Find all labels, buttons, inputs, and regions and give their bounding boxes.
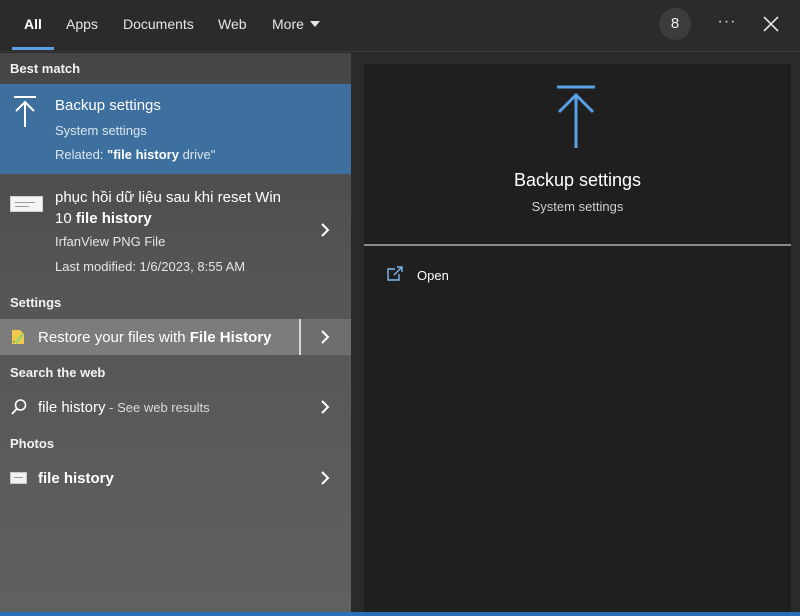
file-result-item[interactable]: phục hồi dữ liệu sau khi reset Win 10 fi…: [0, 175, 351, 283]
more-options-icon[interactable]: ···: [712, 10, 742, 38]
chevron-right-icon: [319, 328, 331, 346]
tab-web[interactable]: Web: [218, 0, 247, 50]
settings-result-item[interactable]: Restore your files with File History: [0, 319, 351, 355]
related-prefix: Related:: [55, 147, 108, 162]
close-icon[interactable]: [758, 10, 784, 38]
settings-result-label: Restore your files with File History: [38, 329, 271, 346]
file-name-line1: phục hồi dữ liệu sau khi reset Win: [55, 189, 281, 206]
tab-more[interactable]: More: [272, 0, 320, 50]
search-window: All Apps Documents Web More 8 ··· Best m…: [0, 0, 800, 616]
section-settings: Settings: [10, 295, 62, 310]
section-best-match: Best match: [10, 61, 81, 76]
file-name-line2-prefix: 10: [55, 210, 76, 227]
settings-expand-button[interactable]: [301, 319, 351, 355]
best-match-title: Backup settings: [55, 97, 161, 114]
photo-thumbnail: [10, 472, 27, 484]
file-result-name: phục hồi dữ liệu sau khi reset Win 10 fi…: [55, 187, 305, 229]
tab-all[interactable]: All: [12, 0, 54, 50]
tab-more-label: More: [272, 16, 304, 32]
open-label: Open: [417, 268, 449, 283]
web-suffix: - See web results: [105, 400, 210, 415]
preview-subtitle: System settings: [531, 199, 624, 214]
file-thumbnail-icon: [10, 196, 43, 212]
chevron-right-icon[interactable]: [319, 221, 331, 239]
section-photos: Photos: [10, 436, 55, 451]
web-result-item[interactable]: file history - See web results: [0, 389, 351, 425]
backup-arrow-icon: [554, 84, 598, 150]
related-highlight: "file history: [107, 147, 179, 162]
best-match-related: Related: "file history drive": [55, 147, 215, 162]
file-name-line2-bold: file history: [75, 210, 152, 227]
section-search-web: Search the web: [10, 365, 106, 380]
chevron-down-icon: [309, 21, 320, 28]
web-result-label: file history - See web results: [38, 399, 210, 416]
photo-result-item[interactable]: file history: [0, 460, 351, 496]
settings-label-prefix: Restore your files with: [38, 329, 190, 346]
divider: [364, 244, 791, 246]
file-history-icon: [10, 328, 28, 346]
tab-apps[interactable]: Apps: [66, 0, 98, 50]
search-icon: [10, 398, 28, 416]
open-button[interactable]: Open: [386, 264, 506, 288]
chevron-right-icon[interactable]: [319, 398, 331, 416]
tab-documents[interactable]: Documents: [123, 0, 194, 50]
preview-pane: Backup settings System settings Open: [364, 64, 791, 616]
related-suffix: drive": [178, 147, 216, 162]
settings-label-bold: File History: [189, 329, 272, 346]
backup-arrow-icon: [10, 94, 40, 130]
open-icon: [386, 266, 404, 282]
preview-title: Backup settings: [513, 170, 642, 190]
results-pane: Best match Backup settings System settin…: [0, 53, 351, 616]
taskbar-edge: [0, 612, 800, 616]
best-match-subtitle: System settings: [55, 123, 147, 138]
best-match-item[interactable]: Backup settings System settings Related:…: [0, 84, 351, 174]
file-modified: Last modified: 1/6/2023, 8:55 AM: [55, 259, 246, 274]
web-query: file history: [38, 399, 106, 416]
search-tabs-bar: All Apps Documents Web More 8 ···: [0, 0, 800, 52]
chevron-right-icon[interactable]: [319, 469, 331, 487]
rewards-badge[interactable]: 8: [659, 8, 691, 40]
file-type: IrfanView PNG File: [55, 234, 166, 249]
photo-result-label: file history: [38, 470, 114, 487]
